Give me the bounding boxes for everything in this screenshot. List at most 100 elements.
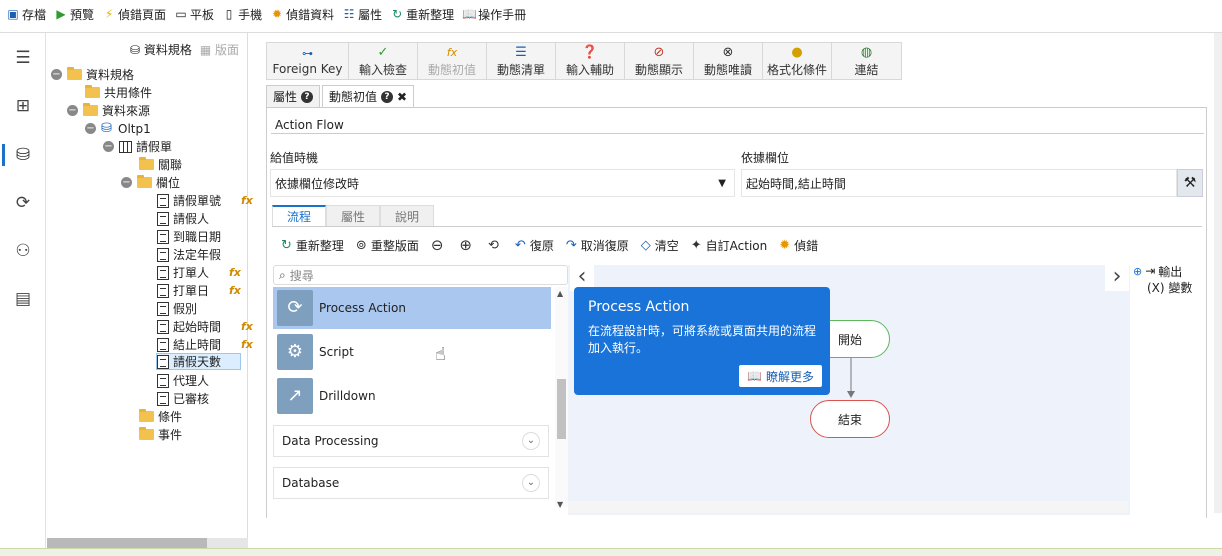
flow-debug-button[interactable]: ✹ 偵錯 bbox=[773, 237, 824, 254]
group-database[interactable]: Database ⌄ bbox=[273, 467, 549, 499]
zoom-out-button[interactable]: ⊖ bbox=[425, 236, 454, 254]
fit-button[interactable]: ⟲ bbox=[482, 238, 509, 253]
collapse-icon[interactable]: − bbox=[85, 123, 96, 134]
layout-icon[interactable]: ⊞ bbox=[12, 95, 34, 117]
flow-icon[interactable]: ⚇ bbox=[12, 240, 34, 262]
collapse-icon[interactable]: − bbox=[103, 141, 114, 152]
learn-more-button[interactable]: 📖 瞭解更多 bbox=[739, 365, 822, 387]
preview-button[interactable]: ▶ 預覽 bbox=[52, 2, 100, 26]
subtab-flow[interactable]: 流程 bbox=[272, 205, 327, 226]
zoom-in-button[interactable]: ⊕ bbox=[453, 236, 482, 254]
tree-node-field[interactable]: 假別 bbox=[157, 300, 197, 317]
tree-node[interactable]: 共用條件 bbox=[85, 84, 152, 101]
trigger-select[interactable]: 依據欄位修改時 ▼ bbox=[270, 169, 735, 197]
tree-node[interactable]: − 請假單 bbox=[103, 138, 172, 155]
collapse-icon[interactable]: − bbox=[67, 105, 78, 116]
custom-action-button[interactable]: ✦ 自訂Action bbox=[685, 237, 774, 254]
tree-node-field[interactable]: 到職日期 bbox=[157, 228, 252, 245]
properties-button[interactable]: ☷ 屬性 bbox=[340, 2, 388, 26]
tree-node-field[interactable]: 請假單號 fx bbox=[157, 192, 253, 209]
dynamic-readonly-button[interactable]: ⊗ 動態唯讀 bbox=[694, 43, 763, 79]
tree-node-field[interactable]: 法定年假 bbox=[157, 246, 221, 263]
foreign-key-button[interactable]: ⊶ Foreign Key bbox=[267, 43, 349, 79]
dynamic-display-button[interactable]: ⊘ 動態顯示 bbox=[625, 43, 694, 79]
tree-node-field[interactable]: 結止時間 fx bbox=[157, 336, 253, 353]
tab-properties[interactable]: 屬性? bbox=[266, 85, 321, 107]
format-condition-button[interactable]: ● 格式化條件 bbox=[763, 43, 832, 79]
subtab-properties[interactable]: 屬性 bbox=[326, 205, 381, 226]
menu-icon[interactable]: ☰ bbox=[12, 47, 34, 69]
tree-node-field[interactable]: 起始時間 fx bbox=[157, 318, 253, 335]
action-item-process[interactable]: ⟳ Process Action bbox=[273, 287, 551, 329]
phone-button[interactable]: ▯ 手機 bbox=[220, 2, 268, 26]
scrollbar-thumb[interactable] bbox=[557, 379, 566, 439]
page-scrollbar[interactable] bbox=[1214, 33, 1222, 513]
manual-button[interactable]: 📖 操作手冊 bbox=[460, 2, 532, 26]
flow-refresh-button[interactable]: ↻ 重新整理 bbox=[275, 237, 350, 254]
expand-icon[interactable]: ⊕ bbox=[1133, 265, 1142, 278]
relayout-button[interactable]: ⊚ 重整版面 bbox=[350, 237, 425, 254]
report-icon[interactable]: ▤ bbox=[12, 288, 34, 310]
debug-page-button[interactable]: ⚡ 偵錯頁面 bbox=[100, 2, 172, 26]
process-icon[interactable]: ⟳ bbox=[12, 192, 34, 214]
chevron-right-icon[interactable]: › bbox=[1105, 263, 1129, 291]
output-item[interactable]: ⊕ ⇥ 輸出 bbox=[1133, 263, 1207, 279]
undo-button[interactable]: ↶ 復原 bbox=[509, 237, 560, 254]
tree-tab-layout[interactable]: ▦ 版面 bbox=[200, 41, 239, 58]
dynamic-list-button[interactable]: ☰ 動態清單 bbox=[487, 43, 556, 79]
scroll-down-icon[interactable]: ▼ bbox=[557, 500, 563, 509]
tree-node[interactable]: − ⛁ Oltp1 bbox=[85, 120, 151, 137]
save-button[interactable]: ▣ 存檔 bbox=[4, 2, 52, 26]
group-data-processing[interactable]: Data Processing ⌄ bbox=[273, 425, 549, 457]
dynamic-init-button[interactable]: fx 動態初值 bbox=[418, 43, 487, 79]
tree-node-field[interactable]: 請假人 bbox=[157, 210, 209, 227]
undo-icon: ↶ bbox=[514, 237, 526, 253]
database-icon: ⛁ bbox=[101, 120, 112, 136]
tree-node[interactable]: − 欄位 bbox=[121, 174, 180, 191]
collapse-icon[interactable]: − bbox=[121, 177, 132, 188]
action-item-script[interactable]: ⚙ Script bbox=[273, 331, 551, 373]
tree-node-field[interactable]: 打單日 fx bbox=[157, 282, 245, 299]
help-icon[interactable]: ? bbox=[381, 90, 394, 103]
input-assist-button[interactable]: ❓ 輸入輔助 bbox=[556, 43, 625, 79]
debug-data-button[interactable]: ✹ 偵錯資料 bbox=[268, 2, 340, 26]
tree-node-field-selected[interactable]: 請假天數 bbox=[156, 353, 241, 370]
tree-tab-schema[interactable]: ⛁ 資料規格 bbox=[130, 41, 192, 58]
action-item-drilldown[interactable]: ↗ Drilldown bbox=[273, 375, 551, 417]
database-icon[interactable]: ⛁ bbox=[12, 144, 34, 166]
subtab-description[interactable]: 說明 bbox=[380, 205, 435, 226]
action-search-input[interactable]: ⌕ 搜尋 bbox=[273, 265, 568, 285]
variables-item[interactable]: (X) 變數 bbox=[1133, 279, 1207, 295]
collapse-icon[interactable]: − bbox=[51, 69, 62, 80]
process-action-icon: ⟳ bbox=[277, 290, 313, 326]
folder-icon bbox=[137, 175, 152, 188]
tree-horizontal-scrollbar[interactable] bbox=[47, 538, 248, 548]
input-check-button[interactable]: ✓ 輸入檢查 bbox=[349, 43, 418, 79]
close-icon[interactable]: ✖ bbox=[397, 90, 407, 104]
refresh-button[interactable]: ↻ 重新整理 bbox=[388, 2, 460, 26]
scroll-up-icon[interactable]: ▲ bbox=[557, 289, 563, 298]
tree-node[interactable]: 條件 bbox=[139, 408, 182, 425]
tree-node[interactable]: − 資料來源 bbox=[67, 102, 150, 119]
scrollbar-thumb[interactable] bbox=[47, 538, 207, 548]
tree-node[interactable]: 事件 bbox=[139, 426, 182, 443]
tree-node-field[interactable]: 打單人 fx bbox=[157, 264, 245, 281]
tree-node[interactable]: − 資料規格 bbox=[51, 66, 134, 83]
action-list-scrollbar[interactable]: ▲ ▼ bbox=[555, 287, 568, 509]
tools-icon[interactable]: ⚒ bbox=[1177, 169, 1203, 197]
canvas-horizontal-scrollbar[interactable] bbox=[568, 501, 1128, 513]
end-node[interactable]: 結束 bbox=[810, 400, 890, 438]
key-icon: ⊶ bbox=[302, 47, 313, 60]
tab-dynamic-init[interactable]: 動態初值? ✖ bbox=[322, 85, 415, 107]
redo-button[interactable]: ↷ 取消復原 bbox=[560, 237, 635, 254]
link-button[interactable]: ◍ 連結 bbox=[832, 43, 901, 79]
tree-node[interactable]: 關聯 bbox=[139, 156, 182, 173]
dropdown-arrow-icon: ▼ bbox=[718, 177, 726, 189]
format-icon: ● bbox=[791, 44, 803, 60]
tree-node-field[interactable]: 代理人 bbox=[157, 372, 209, 389]
tree-node-field[interactable]: 已審核 bbox=[157, 390, 209, 407]
depends-field[interactable]: 起始時間,結止時間 bbox=[741, 169, 1177, 197]
clear-button[interactable]: ◇ 清空 bbox=[635, 237, 685, 254]
tablet-button[interactable]: ▭ 平板 bbox=[172, 2, 220, 26]
help-icon[interactable]: ? bbox=[301, 90, 314, 103]
